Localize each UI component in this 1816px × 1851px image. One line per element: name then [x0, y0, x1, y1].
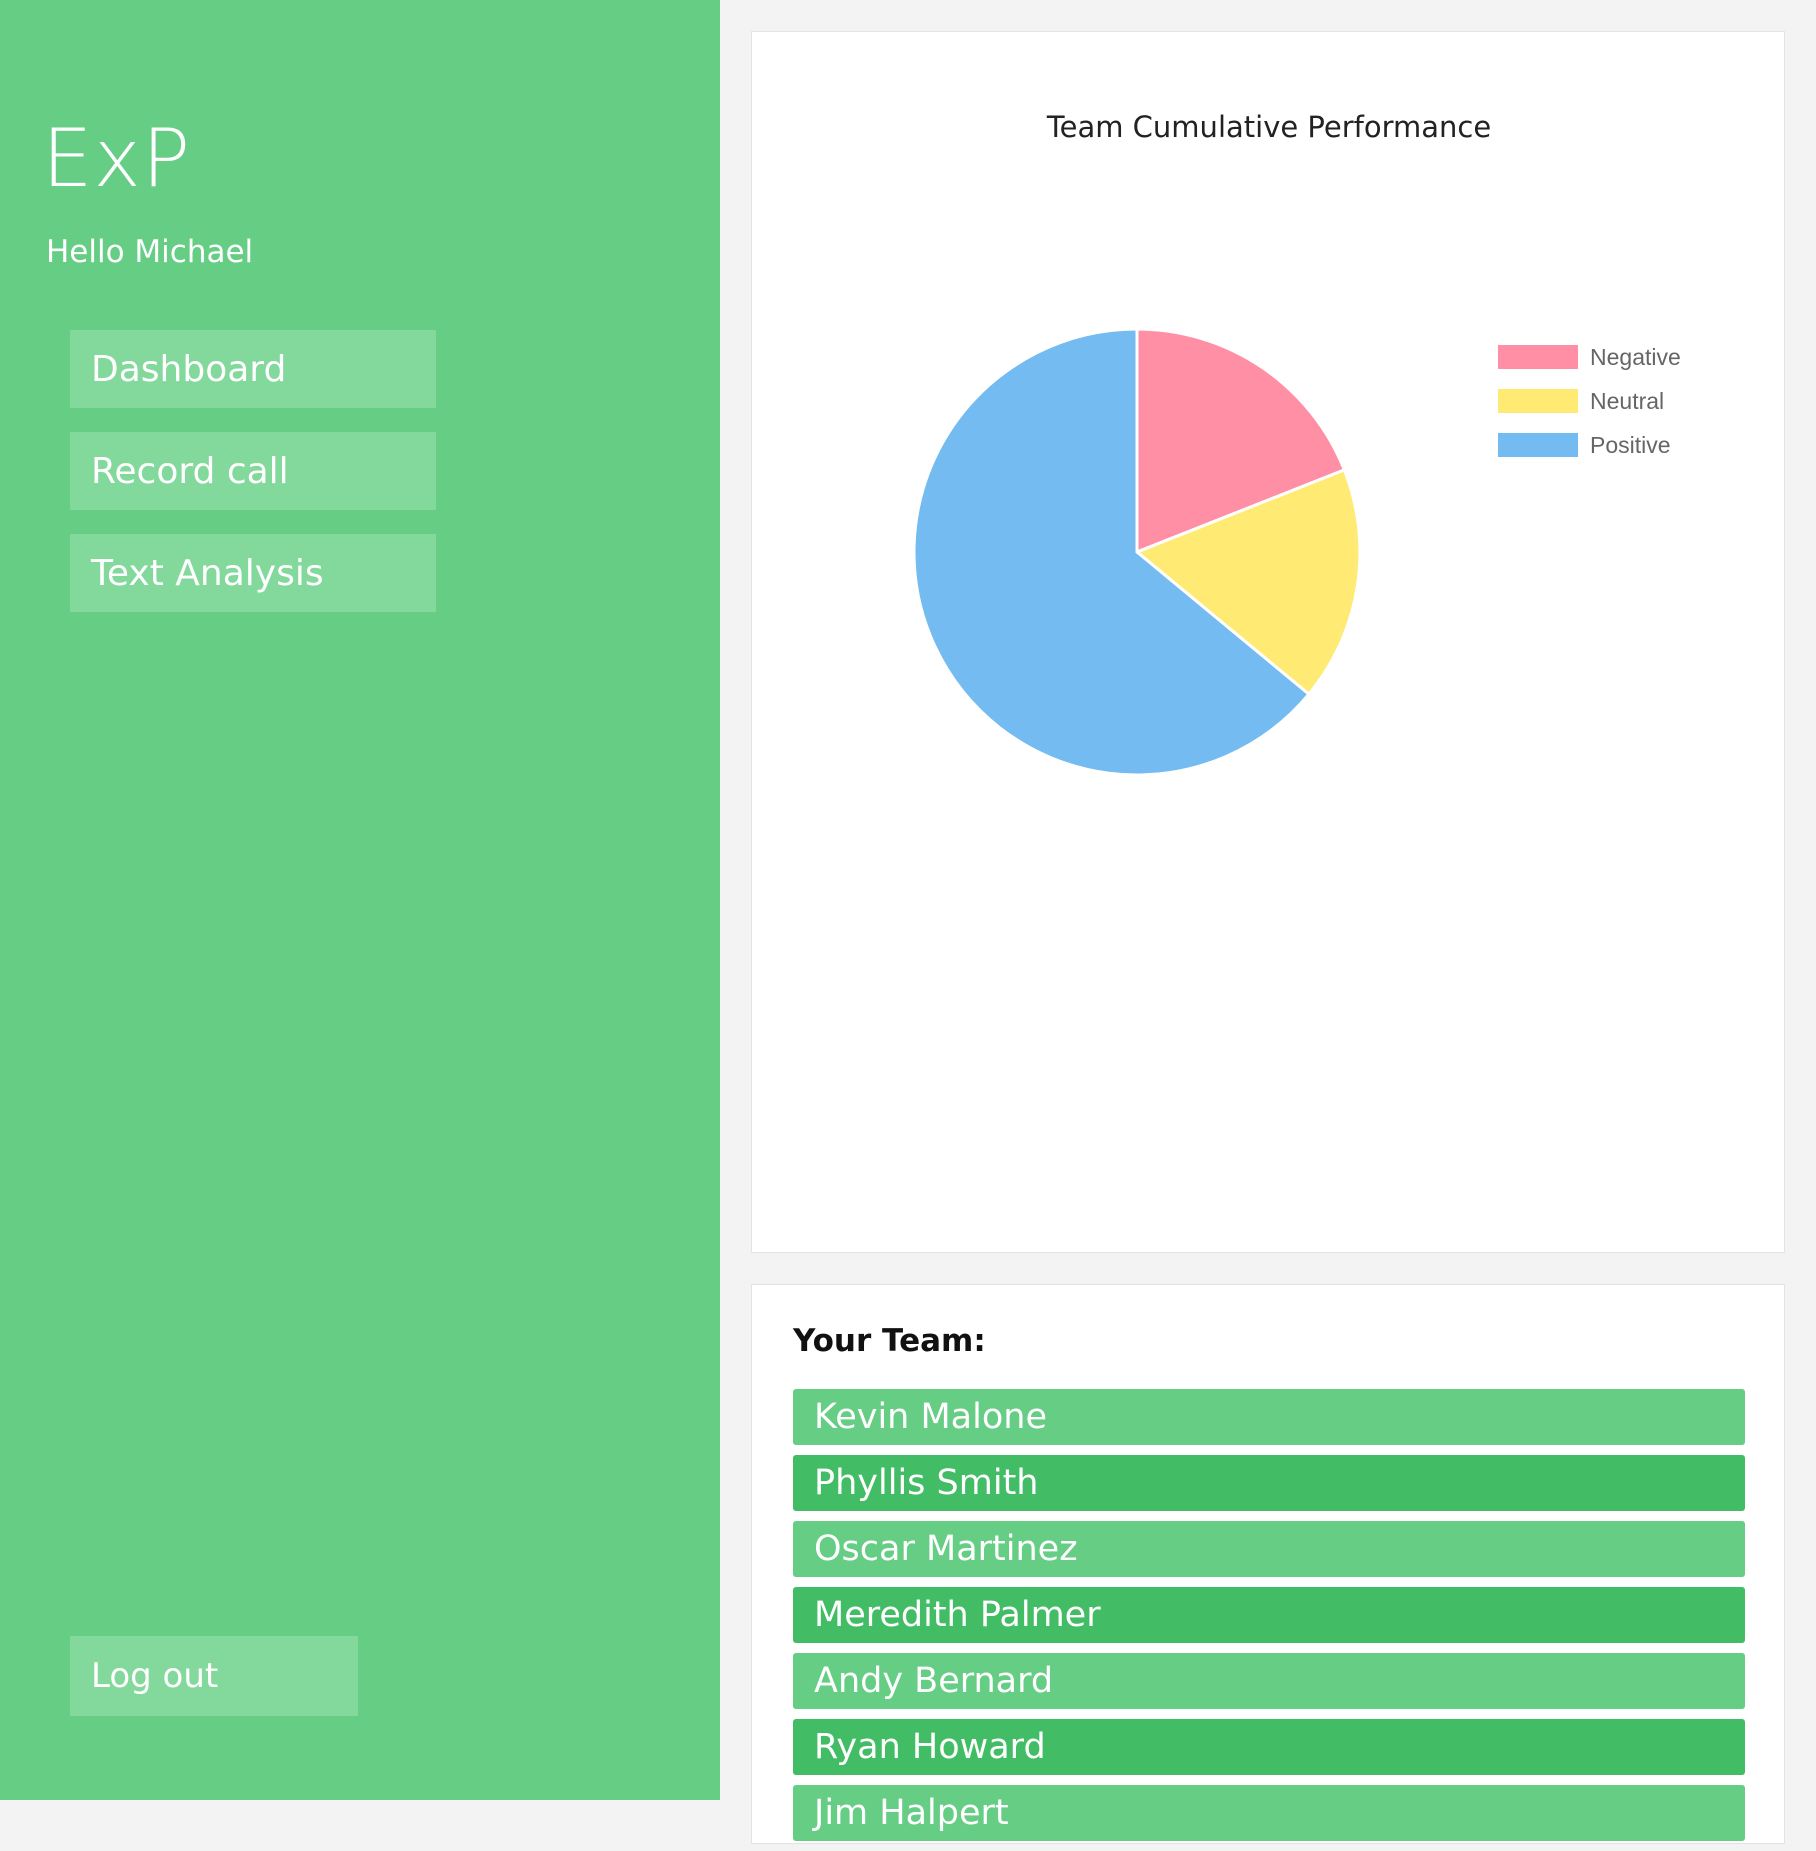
nav-label: Record call — [91, 450, 289, 492]
team-card: Your Team: Kevin Malone Phyllis Smith Os… — [751, 1284, 1785, 1844]
legend-swatch[interactable] — [1498, 433, 1578, 457]
team-member-name: Meredith Palmer — [814, 1595, 1101, 1635]
team-member-row[interactable]: Oscar Martinez — [793, 1521, 1745, 1577]
nav-text-analysis-button[interactable]: Text Analysis — [70, 534, 436, 612]
team-member-row[interactable]: Ryan Howard — [793, 1719, 1745, 1775]
nav-label: Text Analysis — [91, 552, 324, 594]
team-member-name: Kevin Malone — [814, 1397, 1047, 1437]
logout-label: Log out — [91, 1656, 219, 1696]
team-member-name: Jim Halpert — [814, 1793, 1009, 1833]
team-member-row[interactable]: Kevin Malone — [793, 1389, 1745, 1445]
performance-pie-chart: Team Cumulative Performance Negative Neut… — [912, 110, 1681, 777]
logout-button[interactable]: Log out — [70, 1636, 358, 1716]
team-list: Kevin Malone Phyllis Smith Oscar Martine… — [793, 1389, 1745, 1851]
legend-label[interactable]: Neutral — [1590, 388, 1664, 414]
brand-logo: ExP — [42, 112, 192, 205]
sidebar: ExP Hello Michael Dashboard Record call … — [0, 0, 720, 1800]
team-member-row[interactable]: Phyllis Smith — [793, 1455, 1745, 1511]
legend-label[interactable]: Positive — [1590, 432, 1671, 458]
team-member-name: Phyllis Smith — [814, 1463, 1039, 1503]
team-member-name: Oscar Martinez — [814, 1529, 1078, 1569]
team-member-row[interactable]: Jim Halpert — [793, 1785, 1745, 1841]
nav-dashboard-button[interactable]: Dashboard — [70, 330, 436, 408]
nav-record-call-button[interactable]: Record call — [70, 432, 436, 510]
team-member-name: Andy Bernard — [814, 1661, 1054, 1701]
legend-label[interactable]: Negative — [1590, 344, 1681, 370]
team-title: Your Team: — [793, 1323, 986, 1359]
team-member-row[interactable]: Meredith Palmer — [793, 1587, 1745, 1643]
performance-chart-card: Team Cumulative Performance Negative Neut… — [751, 31, 1785, 1253]
chart-title: Team Cumulative Performance — [1046, 110, 1491, 144]
team-member-row[interactable]: Andy Bernard — [793, 1653, 1745, 1709]
legend-swatch[interactable] — [1498, 345, 1578, 369]
team-member-name: Ryan Howard — [814, 1727, 1046, 1767]
greeting-text: Hello Michael — [46, 234, 254, 270]
legend-swatch[interactable] — [1498, 389, 1578, 413]
nav-label: Dashboard — [91, 348, 287, 390]
